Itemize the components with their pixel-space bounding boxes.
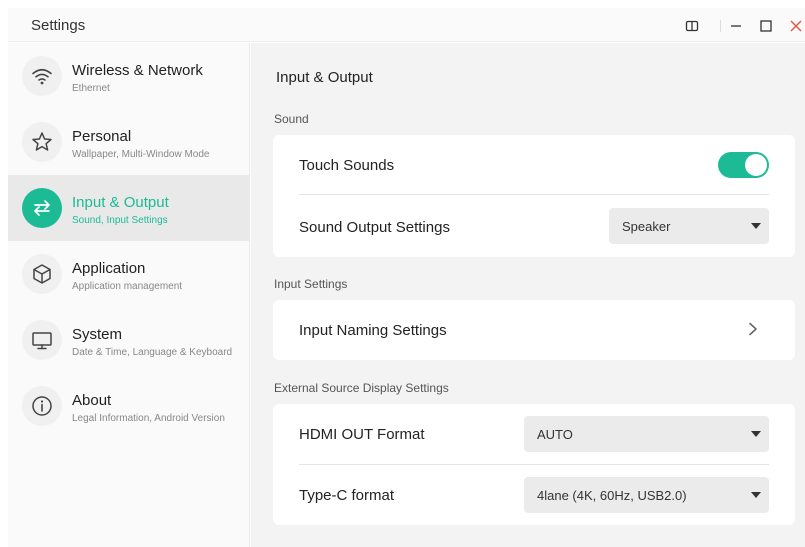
window-title: Settings xyxy=(31,17,86,34)
typec-format-label: Type-C format xyxy=(299,487,395,504)
minimize-icon[interactable] xyxy=(728,18,744,34)
sidebar-item-subtitle: Legal Information, Android Version xyxy=(72,413,225,424)
sidebar-item-subtitle: Wallpaper, Multi-Window Mode xyxy=(72,149,210,160)
sound-output-label: Sound Output Settings xyxy=(299,219,450,236)
divider xyxy=(299,464,769,465)
sidebar-item-application[interactable]: Application Application management xyxy=(8,241,250,307)
section-label-external-source: External Source Display Settings xyxy=(274,381,449,395)
star-icon xyxy=(22,122,62,162)
split-view-icon[interactable] xyxy=(684,18,700,34)
divider xyxy=(299,194,769,195)
sound-output-value: Speaker xyxy=(622,219,671,234)
title-bar: Settings xyxy=(8,8,805,42)
chevron-right-icon xyxy=(749,322,757,336)
typec-format-select[interactable]: 4lane (4K, 60Hz, USB2.0) xyxy=(524,477,769,513)
sidebar-item-system[interactable]: System Date & Time, Language & Keyboard xyxy=(8,307,250,373)
page-title: Input & Output xyxy=(276,69,373,86)
caret-down-icon xyxy=(751,492,761,498)
section-label-input-settings: Input Settings xyxy=(274,277,348,291)
sidebar-item-wireless-network[interactable]: Wireless & Network Ethernet xyxy=(8,43,250,109)
caret-down-icon xyxy=(751,431,761,437)
sidebar-item-about[interactable]: About Legal Information, Android Version xyxy=(8,373,250,439)
sidebar-item-input-output[interactable]: Input & Output Sound, Input Settings xyxy=(8,175,250,241)
hdmi-out-format-value: AUTO xyxy=(537,427,573,442)
info-icon xyxy=(22,386,62,426)
maximize-icon[interactable] xyxy=(758,18,774,34)
input-naming-row[interactable]: Input Naming Settings xyxy=(273,300,795,360)
monitor-icon xyxy=(22,320,62,360)
external-source-card: HDMI OUT Format AUTO Type-C format 4lane… xyxy=(273,404,795,525)
sidebar-item-subtitle: Date & Time, Language & Keyboard xyxy=(72,347,233,358)
sound-card: Touch Sounds Sound Output Settings Speak… xyxy=(273,135,795,257)
sidebar-item-label: Application xyxy=(72,260,146,277)
sidebar-item-subtitle: Application management xyxy=(72,281,183,292)
wifi-icon xyxy=(22,56,62,96)
sidebar-item-subtitle: Ethernet xyxy=(72,83,110,94)
input-naming-label: Input Naming Settings xyxy=(299,322,447,339)
swap-arrows-icon xyxy=(22,188,62,228)
sidebar-item-subtitle: Sound, Input Settings xyxy=(72,215,168,226)
touch-sounds-label: Touch Sounds xyxy=(299,157,395,174)
sidebar-item-label: System xyxy=(72,326,123,343)
touch-sounds-toggle[interactable] xyxy=(718,152,769,178)
sidebar: Wireless & Network Ethernet Personal Wal… xyxy=(8,43,250,547)
cube-icon xyxy=(22,254,62,294)
sidebar-item-label: About xyxy=(72,392,112,409)
window-controls-separator xyxy=(720,20,721,32)
sidebar-item-label: Personal xyxy=(72,128,132,145)
close-icon[interactable] xyxy=(788,18,804,34)
typec-format-value: 4lane (4K, 60Hz, USB2.0) xyxy=(537,488,687,503)
sidebar-item-label: Input & Output xyxy=(72,194,169,211)
sidebar-item-label: Wireless & Network xyxy=(72,62,203,79)
hdmi-out-format-select[interactable]: AUTO xyxy=(524,416,769,452)
sidebar-item-personal[interactable]: Personal Wallpaper, Multi-Window Mode xyxy=(8,109,250,175)
sound-output-select[interactable]: Speaker xyxy=(609,208,769,244)
hdmi-out-format-label: HDMI OUT Format xyxy=(299,426,425,443)
section-label-sound: Sound xyxy=(274,112,309,126)
caret-down-icon xyxy=(751,223,761,229)
toggle-knob xyxy=(745,154,767,176)
main-content: Input & Output Sound Touch Sounds Sound … xyxy=(251,43,805,547)
